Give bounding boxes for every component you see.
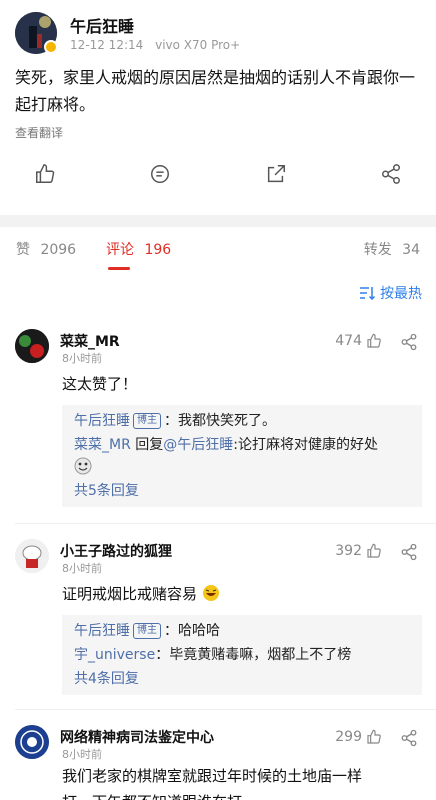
divider (15, 709, 436, 710)
comment-like-count: 299 (335, 729, 362, 745)
share-icon[interactable] (380, 163, 402, 185)
comment-item: 菜菜_MR 8小时前 474 这太赞了！ 午后狂睡 博主 ：我都快笑死了。 菜菜_M… (0, 317, 436, 527)
comment-text: 证明戒烟比戒赌容易 (62, 581, 220, 607)
reply-author[interactable]: 菜菜_MR (74, 437, 131, 453)
comment-like-button[interactable]: 392 (335, 543, 382, 559)
sort-label: 按最热 (380, 286, 422, 302)
reposts-count: 34 (402, 242, 420, 258)
post-header: 午后狂睡 12-12 12:14 vivo X70 Pro+ (0, 0, 436, 60)
comment-text-line: 我们老家的棋牌室就跟过年时候的土地庙一样 (62, 767, 363, 785)
reply-item: 午后狂睡 博主 ：我都快笑死了。 (74, 409, 410, 433)
verified-badge-icon (44, 40, 58, 54)
comment-item: 网络精神病司法鉴定中心 8小时前 299 我们老家的棋牌室就跟过年时候的土地庙一… (0, 713, 436, 800)
blogger-tag: 博主 (133, 413, 161, 429)
reply-text: ：毕竟黄赌毒嘛，烟都上不了榜 (155, 647, 352, 663)
reply-box[interactable]: 午后狂睡 博主 ：哈哈哈 宇_universe：毕竟黄赌毒嘛，烟都上不了榜 共4条回… (62, 615, 422, 695)
reply-author[interactable]: 宇_universe (74, 647, 155, 663)
comment-text-body: 证明戒烟比戒赌容易 (62, 585, 198, 603)
reply-author[interactable]: 午后狂睡 (74, 623, 130, 639)
commenter-avatar[interactable] (15, 329, 49, 363)
sort-button[interactable]: 按最热 (359, 283, 422, 303)
commenter-name[interactable]: 网络精神病司法鉴定中心 (60, 727, 214, 747)
likes-label: 赞 (16, 242, 30, 258)
sort-icon (360, 287, 375, 300)
thumbs-up-icon (367, 543, 381, 558)
reposts-label: 转发 (363, 242, 392, 258)
commenter-avatar[interactable] (15, 539, 49, 573)
comment-like-count: 474 (335, 333, 362, 349)
reply-text: :论打麻将对健康的好处 (233, 437, 378, 453)
commenter-name[interactable]: 小王子路过的狐狸 (60, 541, 172, 561)
commenter-avatar[interactable] (15, 725, 49, 759)
reply-box[interactable]: 午后狂睡 博主 ：我都快笑死了。 菜菜_MR 回复@午后狂睡:论打麻将对健康的好处 … (62, 405, 422, 507)
laughing-emoji-icon (202, 585, 219, 601)
tab-likes[interactable]: 赞 2096 (16, 239, 76, 259)
reply-item: 宇_universe：毕竟黄赌毒嘛，烟都上不了榜 (74, 643, 410, 667)
comment-icon[interactable] (149, 163, 171, 185)
stats-tabs: 赞 2096 评论 196 转发 34 (0, 227, 436, 277)
post-time: 12-12 12:14 (70, 38, 144, 52)
comment-time: 8小时前 (62, 562, 102, 575)
sort-row: 按最热 (0, 277, 436, 317)
thumbs-up-icon (367, 333, 381, 348)
tab-reposts[interactable]: 转发 34 (364, 239, 420, 259)
comment-time: 8小时前 (62, 352, 102, 365)
tab-comments[interactable]: 评论 196 (106, 239, 171, 259)
like-icon[interactable] (34, 163, 56, 185)
comment-text-line: 打一下午都不知道跟谁在打 (62, 789, 362, 800)
translate-link[interactable]: 查看翻译 (0, 118, 436, 141)
blogger-tag: 博主 (133, 623, 161, 639)
reply-text: ：我都快笑死了。 (164, 413, 276, 429)
comments-label: 评论 (106, 242, 134, 258)
likes-count: 2096 (40, 242, 77, 258)
share-icon[interactable] (400, 729, 418, 747)
post-text: 笑死，家里人戒烟的原因居然是抽烟的话别人不肯跟你一起打麻将。 (15, 68, 416, 114)
reply-author[interactable]: 午后狂睡 (74, 413, 130, 429)
author-name[interactable]: 午后狂睡 (70, 13, 134, 37)
reply-item: 菜菜_MR 回复@午后狂睡:论打麻将对健康的好处 (74, 433, 410, 457)
comment-like-button[interactable]: 299 (335, 729, 382, 745)
view-more-replies[interactable]: 共5条回复 (74, 479, 410, 503)
comment-text: 这太赞了！ (62, 375, 138, 393)
post-meta: 12-12 12:14 vivo X70 Pro+ (70, 38, 240, 52)
commenter-name[interactable]: 菜菜_MR (60, 331, 120, 351)
post-device: vivo X70 Pro+ (155, 38, 241, 52)
emoji-icon (74, 457, 410, 479)
share-icon[interactable] (400, 333, 418, 351)
repost-icon[interactable] (265, 163, 287, 185)
reply-mention[interactable]: @午后狂睡 (163, 437, 233, 453)
view-more-replies[interactable]: 共4条回复 (74, 667, 410, 691)
comments-count: 196 (144, 242, 172, 258)
comment-text: 我们老家的棋牌室就跟过年时候的土地庙一样 打一下午都不知道跟谁在打 (62, 763, 362, 800)
comment-like-count: 392 (335, 543, 362, 559)
post-actions (0, 141, 436, 201)
comment-like-button[interactable]: 474 (335, 333, 382, 349)
thumbs-up-icon (367, 729, 381, 744)
reply-item: 午后狂睡 博主 ：哈哈哈 (74, 619, 410, 643)
section-divider (0, 215, 436, 227)
active-tab-indicator (108, 267, 130, 270)
share-icon[interactable] (400, 543, 418, 561)
comment-item: 小王子路过的狐狸 8小时前 392 证明戒烟比戒赌容易 午后狂睡 博主 ：哈哈哈 宇… (0, 527, 436, 713)
divider (15, 523, 436, 524)
reply-text: ：哈哈哈 (164, 623, 220, 639)
reply-prefix: 回复 (130, 437, 164, 453)
comment-time: 8小时前 (62, 748, 102, 761)
